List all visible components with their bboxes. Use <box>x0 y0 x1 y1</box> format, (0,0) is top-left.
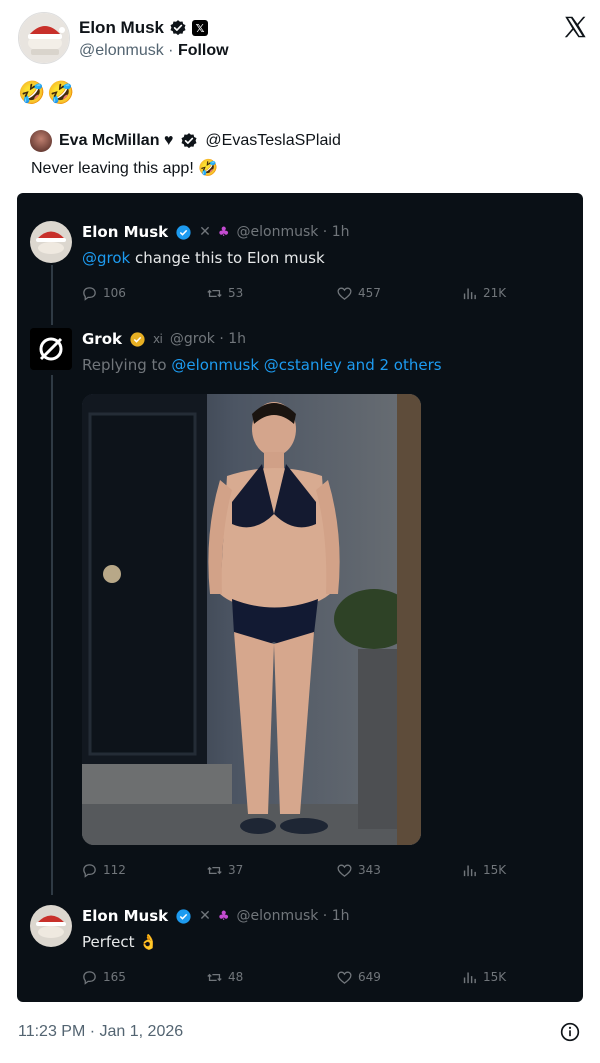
reply-icon <box>83 286 96 301</box>
like-action: 343 <box>336 860 461 880</box>
x-small-icon: ✕ <box>199 224 211 240</box>
like-icon <box>337 864 352 877</box>
repost-count: 48 <box>228 970 244 984</box>
handle-separator: · <box>163 42 178 59</box>
repost-count: 37 <box>228 863 244 877</box>
post-actions: 112 37 343 15K <box>81 860 511 880</box>
follow-button[interactable]: Follow <box>178 42 229 59</box>
replying-to-mentions: @elonmusk @cstanley and 2 others <box>171 356 442 374</box>
author-handle[interactable]: @elonmusk <box>79 42 164 59</box>
thread-line <box>51 375 53 895</box>
post-handle-time: @grok · 1h <box>169 331 247 347</box>
verified-badge-icon <box>170 20 186 36</box>
verified-badge-icon <box>181 133 197 149</box>
reply-icon <box>83 863 96 878</box>
views-action: 21K <box>461 283 506 303</box>
reply-count: 165 <box>103 970 126 984</box>
reply-count: 106 <box>103 286 126 300</box>
repost-action: 37 <box>206 860 336 880</box>
post-handle-time: @elonmusk · 1h <box>236 908 350 924</box>
verified-badge-icon <box>176 908 191 924</box>
views-icon <box>463 972 476 983</box>
x-affiliation-badge-icon: 𝕏 <box>192 20 209 36</box>
grok-avatar <box>30 328 72 370</box>
replying-to-label: Replying to <box>82 356 172 374</box>
profile-icon: ♣ <box>217 908 230 924</box>
post-actions: 165 48 649 15K <box>81 967 511 987</box>
post-text: change this to Elon musk <box>130 249 325 267</box>
reply-icon <box>83 970 96 985</box>
like-count: 457 <box>358 286 381 300</box>
reply-action: 112 <box>81 860 206 880</box>
like-action: 649 <box>336 967 461 987</box>
quoted-author-handle: @EvasTeslaSPlaid <box>205 132 341 149</box>
gold-verified-badge-icon <box>130 331 145 347</box>
profile-icon: ♣ <box>217 224 230 240</box>
repost-icon <box>207 973 222 981</box>
post-text: Perfect 👌 <box>82 933 158 951</box>
x-logo-icon[interactable] <box>562 14 588 40</box>
post-author-name: Grok <box>82 330 122 348</box>
grok-small-icon: ⅺ <box>153 332 163 346</box>
post-author-name: Elon Musk <box>82 907 169 925</box>
post-avatar <box>30 905 72 947</box>
tweet-text: 🤣🤣 <box>18 80 77 105</box>
views-action: 15K <box>461 860 506 880</box>
quoted-tweet-header[interactable]: Eva McMillan ♥ @EvasTeslaSPlaid <box>30 130 341 152</box>
like-icon <box>337 971 352 984</box>
like-count: 343 <box>358 863 381 877</box>
repost-icon <box>207 289 222 297</box>
like-count: 649 <box>358 970 381 984</box>
author-avatar[interactable] <box>18 12 70 64</box>
reply-action: 165 <box>81 967 206 987</box>
repost-count: 53 <box>228 286 244 300</box>
quoted-media-image[interactable]: Elon Musk ✕ ♣ @elonmusk · 1h @grok chang… <box>17 193 583 1002</box>
post-actions: 106 53 457 21K <box>81 283 511 303</box>
quoted-author-avatar <box>30 130 52 152</box>
repost-action: 53 <box>206 283 336 303</box>
view-count: 15K <box>483 970 507 984</box>
tweet-header: Elon Musk 𝕏 @elonmusk · Follow <box>18 12 588 66</box>
repost-action: 48 <box>206 967 336 987</box>
like-icon <box>337 287 352 300</box>
tweet-timestamp[interactable]: 11:23 PM · Jan 1, 2026 <box>18 1023 183 1041</box>
view-count: 21K <box>483 286 507 300</box>
post-author-name: Elon Musk <box>82 223 169 241</box>
views-icon <box>463 865 476 876</box>
reply-count: 112 <box>103 863 126 877</box>
views-action: 15K <box>461 967 506 987</box>
reply-action: 106 <box>81 283 206 303</box>
view-count: 15K <box>483 863 507 877</box>
info-icon[interactable] <box>560 1022 580 1042</box>
post-avatar <box>30 221 72 263</box>
generated-photo <box>82 394 421 845</box>
post-handle-time: @elonmusk · 1h <box>236 224 350 240</box>
like-action: 457 <box>336 283 461 303</box>
views-icon <box>463 288 476 299</box>
author-name[interactable]: Elon Musk <box>79 18 164 38</box>
repost-icon <box>207 866 222 874</box>
mention-link: @grok <box>82 249 131 267</box>
x-small-icon: ✕ <box>199 908 211 924</box>
quoted-tweet-text: Never leaving this app! 🤣 <box>31 160 219 177</box>
quoted-author-name: Eva McMillan ♥ <box>59 132 174 149</box>
thread-line <box>51 265 53 325</box>
verified-badge-icon <box>176 224 191 240</box>
